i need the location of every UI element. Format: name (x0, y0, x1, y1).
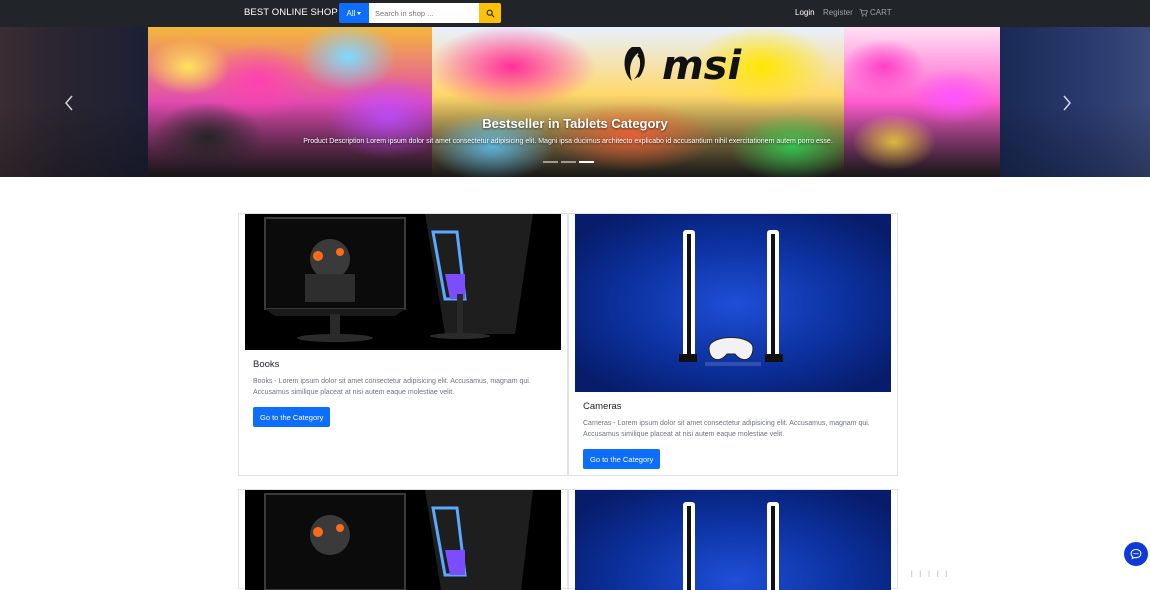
brand-logo[interactable]: BEST ONLINE SHOP (244, 7, 338, 18)
carousel-indicators (543, 161, 594, 163)
category-card-cameras: Cameras Cameras - Lorem ipsum dolor sit … (568, 213, 898, 476)
hero-description: Product Description Lorem ipsum dolor si… (303, 138, 833, 145)
card-image-console (575, 214, 891, 392)
cart-icon (859, 8, 868, 17)
cart-label: CART (870, 8, 892, 17)
category-card-partial (568, 489, 898, 590)
msi-logo: msi (624, 43, 742, 89)
card-title: Cameras (583, 401, 622, 412)
go-to-category-button[interactable]: Go to the Category (583, 449, 661, 469)
category-card-books: Books Books - Lorem ipsum dolor sit amet… (238, 213, 568, 476)
card-title: Books (253, 359, 280, 370)
hero-carousel: msi Bestseller in Tablets Category Produ… (0, 27, 1150, 177)
hero-title: Bestseller in Tablets Category (482, 116, 668, 131)
go-to-category-button[interactable]: Go to the Category (253, 407, 331, 427)
search-input[interactable] (369, 3, 479, 23)
category-card-partial (238, 489, 568, 590)
caret-down-icon (357, 11, 362, 15)
card-text: Cameras - Lorem ipsum dolor sit amet con… (583, 420, 870, 438)
cart-link[interactable]: CART (859, 8, 892, 17)
hero-background-image (0, 27, 1150, 177)
carousel-indicator-2[interactable] (561, 161, 576, 163)
card-image-monitor (245, 214, 561, 350)
category-dropdown-button[interactable]: All (339, 3, 369, 23)
svg-text:msi: msi (662, 43, 742, 89)
category-dropdown-label: All (346, 8, 356, 18)
faint-watermark: ı ı ı ı ı (910, 566, 950, 580)
carousel-indicator-1[interactable] (543, 161, 558, 163)
login-link[interactable]: Login (795, 8, 815, 17)
search-button[interactable] (479, 3, 501, 23)
card-image-monitor (245, 490, 561, 590)
search-group: All (339, 3, 501, 23)
carousel-indicator-3[interactable] (579, 161, 594, 163)
card-text: Books - Lorem ipsum dolor sit amet conse… (253, 378, 531, 396)
register-link[interactable]: Register (823, 8, 853, 17)
chat-button[interactable] (1124, 542, 1148, 566)
chat-icon (1130, 548, 1142, 560)
chevron-right-icon[interactable] (1060, 93, 1074, 113)
card-image-console (575, 490, 891, 590)
chevron-left-icon[interactable] (62, 93, 76, 113)
navbar: BEST ONLINE SHOP All Login Register CART (0, 0, 1150, 27)
search-icon (486, 9, 495, 18)
